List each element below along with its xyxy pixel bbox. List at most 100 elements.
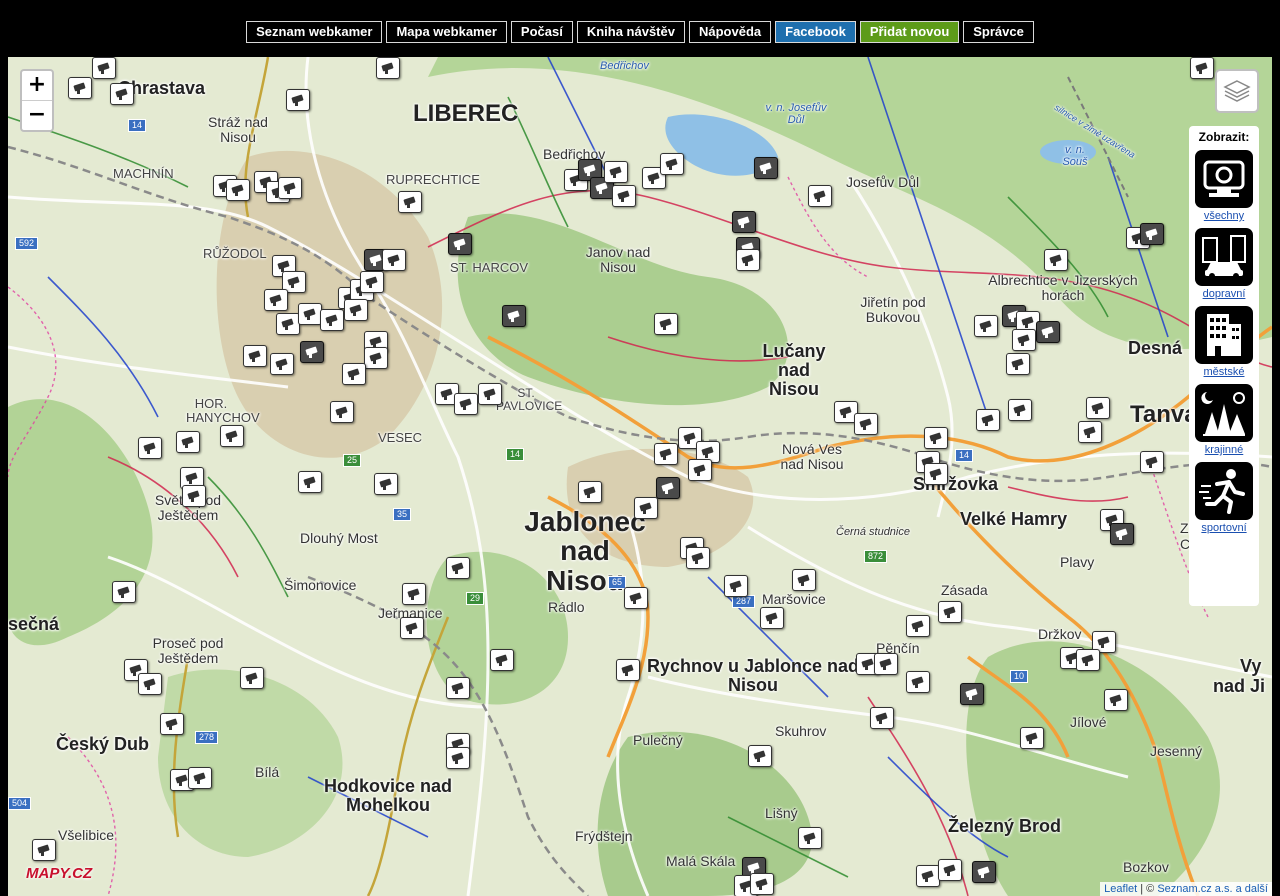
webcam-marker[interactable] [400, 617, 424, 639]
webcam-marker[interactable] [972, 861, 996, 883]
webcam-marker[interactable] [1140, 223, 1164, 245]
nav-pocasi[interactable]: Počasí [510, 21, 573, 43]
webcam-marker[interactable] [1190, 57, 1214, 79]
filter-vsechny-label[interactable]: všechny [1189, 210, 1259, 222]
webcam-marker[interactable] [748, 745, 772, 767]
webcam-marker[interactable] [382, 249, 406, 271]
webcam-marker[interactable] [243, 345, 267, 367]
webcam-marker[interactable] [364, 347, 388, 369]
webcam-marker[interactable] [446, 557, 470, 579]
webcam-marker[interactable] [604, 161, 628, 183]
webcam-marker[interactable] [110, 83, 134, 105]
webcam-marker[interactable] [402, 583, 426, 605]
webcam-marker[interactable] [376, 57, 400, 79]
webcam-marker[interactable] [924, 463, 948, 485]
webcam-marker[interactable] [240, 667, 264, 689]
webcam-marker[interactable] [924, 427, 948, 449]
webcam-marker[interactable] [1012, 329, 1036, 351]
filter-krajinne-label[interactable]: krajinné [1189, 444, 1259, 456]
filter-dopravni-label[interactable]: dopravní [1189, 288, 1259, 300]
webcam-marker[interactable] [276, 313, 300, 335]
webcam-marker[interactable] [446, 677, 470, 699]
webcam-marker[interactable] [446, 747, 470, 769]
webcam-marker[interactable] [1110, 523, 1134, 545]
webcam-marker[interactable] [1076, 649, 1100, 671]
webcam-marker[interactable] [792, 569, 816, 591]
filter-dopravni[interactable]: dopravní [1189, 228, 1259, 300]
webcam-marker[interactable] [188, 767, 212, 789]
webcam-marker[interactable] [736, 249, 760, 271]
webcam-marker[interactable] [808, 185, 832, 207]
webcam-marker[interactable] [1086, 397, 1110, 419]
webcam-marker[interactable] [754, 157, 778, 179]
webcam-marker[interactable] [656, 477, 680, 499]
webcam-marker[interactable] [976, 409, 1000, 431]
webcam-marker[interactable] [1006, 353, 1030, 375]
filter-mestske-label[interactable]: městské [1189, 366, 1259, 378]
webcam-marker[interactable] [298, 303, 322, 325]
webcam-marker[interactable] [938, 859, 962, 881]
webcam-marker[interactable] [32, 839, 56, 861]
webcam-marker[interactable] [798, 827, 822, 849]
webcam-marker[interactable] [448, 233, 472, 255]
zoom-out-button[interactable]: − [22, 100, 52, 130]
webcam-marker[interactable] [686, 547, 710, 569]
filter-mestske[interactable]: městské [1189, 306, 1259, 378]
webcam-marker[interactable] [1036, 321, 1060, 343]
webcam-marker[interactable] [502, 305, 526, 327]
webcam-marker[interactable] [578, 481, 602, 503]
map-canvas[interactable]: LIBEREC Chrastava Stráž nad Nisou Bedřic… [8, 57, 1272, 896]
webcam-marker[interactable] [1140, 451, 1164, 473]
webcam-marker[interactable] [320, 309, 344, 331]
nav-spravce[interactable]: Správce [963, 21, 1034, 43]
nav-seznam-webkamer[interactable]: Seznam webkamer [246, 21, 383, 43]
webcam-marker[interactable] [176, 431, 200, 453]
webcam-marker[interactable] [1104, 689, 1128, 711]
webcam-marker[interactable] [92, 57, 116, 79]
webcam-marker[interactable] [344, 299, 368, 321]
webcam-marker[interactable] [938, 601, 962, 623]
webcam-marker[interactable] [286, 89, 310, 111]
webcam-marker[interactable] [732, 211, 756, 233]
webcam-marker[interactable] [1008, 399, 1032, 421]
webcam-marker[interactable] [634, 497, 658, 519]
filter-krajinne[interactable]: krajinné [1189, 384, 1259, 456]
webcam-marker[interactable] [1020, 727, 1044, 749]
filter-sportovni-label[interactable]: sportovní [1189, 522, 1259, 534]
webcam-marker[interactable] [616, 659, 640, 681]
webcam-marker[interactable] [906, 615, 930, 637]
webcam-marker[interactable] [300, 341, 324, 363]
webcam-marker[interactable] [330, 401, 354, 423]
nav-facebook[interactable]: Facebook [775, 21, 856, 43]
webcam-marker[interactable] [612, 185, 636, 207]
webcam-marker[interactable] [660, 153, 684, 175]
webcam-marker[interactable] [1044, 249, 1068, 271]
webcam-marker[interactable] [68, 77, 92, 99]
webcam-marker[interactable] [160, 713, 184, 735]
webcam-marker[interactable] [226, 179, 250, 201]
webcam-marker[interactable] [264, 289, 288, 311]
webcam-marker[interactable] [398, 191, 422, 213]
webcam-marker[interactable] [374, 473, 398, 495]
webcam-marker[interactable] [138, 673, 162, 695]
webcam-marker[interactable] [182, 485, 206, 507]
webcam-marker[interactable] [688, 459, 712, 481]
webcam-marker[interactable] [298, 471, 322, 493]
nav-mapa-webkamer[interactable]: Mapa webkamer [386, 21, 507, 43]
layers-button[interactable] [1215, 69, 1259, 113]
webcam-marker[interactable] [490, 649, 514, 671]
webcam-marker[interactable] [974, 315, 998, 337]
webcam-marker[interactable] [454, 393, 478, 415]
webcam-marker[interactable] [270, 353, 294, 375]
webcam-marker[interactable] [220, 425, 244, 447]
seznam-link[interactable]: Seznam.cz a.s. a další [1157, 883, 1268, 895]
webcam-marker[interactable] [624, 587, 648, 609]
webcam-marker[interactable] [854, 413, 878, 435]
webcam-marker[interactable] [278, 177, 302, 199]
webcam-marker[interactable] [138, 437, 162, 459]
filter-vsechny[interactable]: všechny [1189, 150, 1259, 222]
zoom-in-button[interactable]: + [22, 71, 52, 100]
webcam-marker[interactable] [112, 581, 136, 603]
webcam-marker[interactable] [724, 575, 748, 597]
webcam-marker[interactable] [478, 383, 502, 405]
